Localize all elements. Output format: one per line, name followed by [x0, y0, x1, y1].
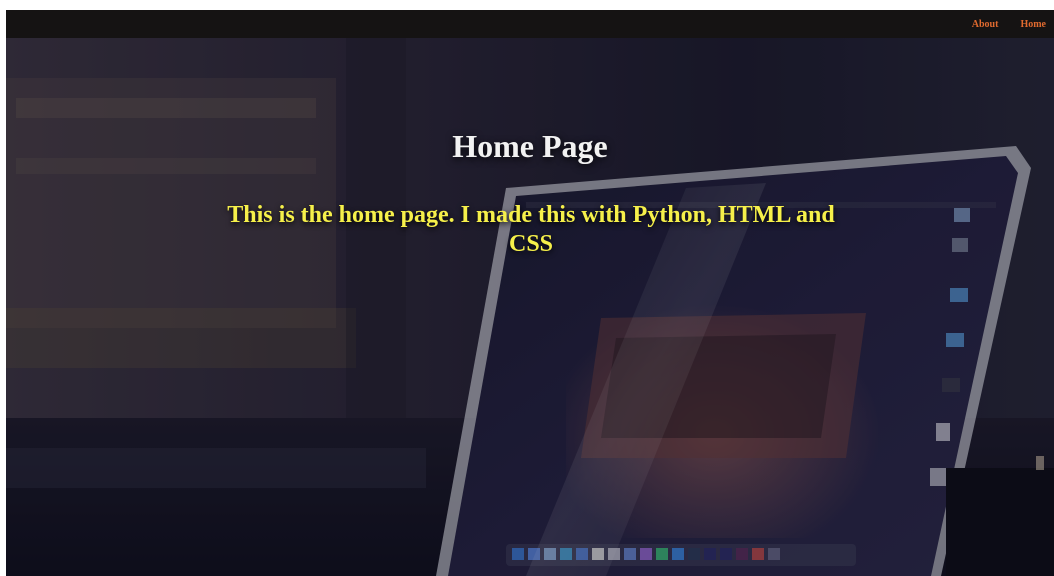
hero-text: Home Page This is the home page. I made …	[6, 38, 1054, 576]
page-title: Home Page	[452, 128, 608, 164]
page-subtitle: This is the home page. I made this with …	[227, 202, 835, 257]
nav-links: About Home	[972, 10, 1046, 38]
page-frame: About Home Home Page This is the home pa…	[6, 10, 1054, 576]
nav-link-home[interactable]: Home	[1020, 19, 1046, 30]
nav-link-about[interactable]: About	[972, 19, 999, 30]
hero-section: Home Page This is the home page. I made …	[6, 38, 1054, 576]
navbar: About Home	[6, 10, 1054, 38]
